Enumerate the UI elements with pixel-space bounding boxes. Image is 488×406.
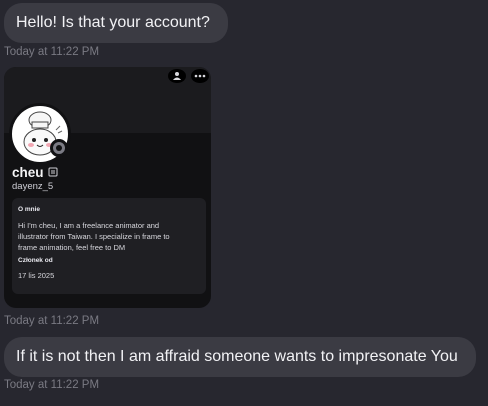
message-text: If it is not then I am affraid someone w…	[16, 348, 458, 365]
message-timestamp: Today at 11:22 PM	[4, 46, 100, 58]
message-bubble-3[interactable]: If it is not then I am affraid someone w…	[4, 337, 476, 377]
username: dayenz_5	[12, 181, 54, 192]
add-friend-icon[interactable]	[168, 69, 186, 83]
more-icon[interactable]	[191, 69, 209, 83]
message-bubble-1[interactable]: Hello! Is that your account?	[4, 3, 228, 43]
about-section: O mnie Hi I'm cheu, I am a freelance ani…	[12, 198, 206, 294]
display-name: cheu	[12, 165, 44, 180]
status-indicator	[50, 139, 68, 157]
about-heading: O mnie	[18, 206, 41, 213]
message-timestamp: Today at 11:22 PM	[4, 315, 100, 327]
bio-text: Hi I'm cheu, I am a freelance animator a…	[18, 221, 170, 252]
member-since-heading: Członek od	[18, 257, 53, 264]
member-since-date: 17 lis 2025	[18, 271, 55, 280]
message-timestamp: Today at 11:22 PM	[4, 379, 100, 391]
message-text: Hello! Is that your account?	[16, 14, 210, 31]
profile-card[interactable]: cheu dayenz_5 O mnie Hi I'm cheu, I am a…	[4, 67, 211, 308]
nitro-badge-icon[interactable]	[48, 167, 58, 177]
